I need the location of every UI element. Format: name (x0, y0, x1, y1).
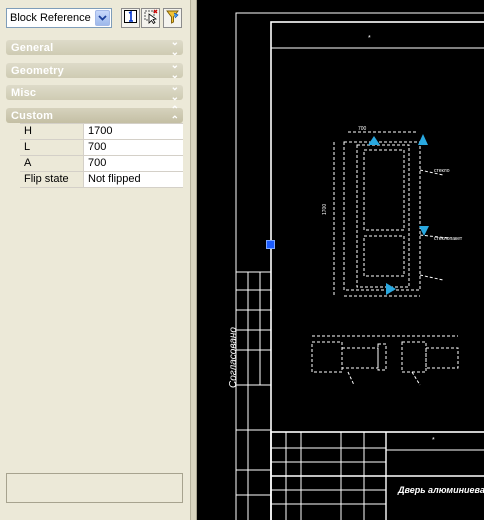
category-gutter (6, 123, 20, 187)
title-block (270, 431, 484, 520)
description-panel (6, 473, 183, 503)
double-chevron-down-icon[interactable]: ⌄ ⌄ (171, 60, 179, 81)
property-value-field[interactable]: Not flipped (84, 172, 183, 187)
svg-text:700: 700 (358, 126, 367, 132)
quick-select-button[interactable] (163, 8, 182, 28)
category-custom[interactable]: Custom ⌃ ⌃ (6, 105, 183, 125)
property-row-h[interactable]: H 1700 (20, 124, 183, 140)
svg-text:стекло: стекло (434, 168, 450, 174)
object-type-dropdown[interactable]: Block Reference (6, 8, 112, 28)
palette-edge-bar[interactable] (190, 0, 196, 520)
stretch-grip-arrow-up (418, 134, 428, 145)
top-label-box (270, 21, 484, 49)
category-general-label: General (11, 41, 54, 54)
flip-grip-arrow (386, 283, 396, 295)
double-chevron-down-icon[interactable]: ⌄ ⌄ (171, 82, 179, 103)
property-name: Flip state (20, 172, 84, 187)
block-insertion-grip[interactable] (266, 240, 275, 249)
double-chevron-down-icon[interactable]: ⌄ ⌄ (171, 37, 179, 58)
category-custom-label: Custom (11, 109, 54, 122)
object-type-value: Block Reference (10, 12, 91, 24)
property-value-field[interactable]: 1700 (84, 124, 183, 139)
pickadd-toggle-button[interactable] (121, 8, 140, 28)
property-row-l[interactable]: L 700 (20, 140, 183, 156)
category-geometry-label: Geometry (11, 64, 64, 77)
category-general[interactable]: General ⌄ ⌄ (6, 37, 183, 58)
drawing-sheet: 700 1700 стекло стеклопакет * * (235, 12, 484, 520)
sheet-outer-frame (235, 12, 484, 520)
select-objects-icon (143, 9, 158, 27)
svg-text:1700: 1700 (322, 204, 328, 215)
select-objects-button[interactable] (141, 8, 160, 28)
door-section-views (311, 335, 459, 386)
palette-toolbar: Block Reference (0, 0, 197, 38)
property-row-flip-state[interactable]: Flip state Not flipped (20, 172, 183, 188)
property-name: A (20, 156, 84, 171)
title-block-drawing-name: Дверь алюминиевая (398, 485, 484, 495)
category-misc[interactable]: Misc ⌄ ⌄ (6, 82, 183, 103)
pickadd-toggle-icon (123, 9, 138, 27)
door-dimension-text: 700 1700 стекло стеклопакет (322, 126, 463, 242)
side-stamp-block (235, 271, 272, 520)
properties-palette: Block Reference General ⌄⌄ Geometry ⌄⌄ (0, 0, 197, 520)
door-block-elevation (333, 131, 449, 297)
quick-select-icon (165, 9, 180, 27)
svg-text:стеклопакет: стеклопакет (434, 236, 463, 242)
category-misc-label: Misc (11, 86, 37, 99)
sheet-inner-frame (270, 21, 484, 520)
stretch-grip-arrow-up (368, 136, 380, 145)
drawing-canvas[interactable]: 700 1700 стекло стеклопакет * * Дверь ал… (198, 0, 484, 520)
property-value-field[interactable]: 700 (84, 156, 183, 171)
top-box-mark: * (368, 35, 371, 42)
side-stamp-label: Согласовано (228, 327, 239, 388)
custom-properties-grid: H 1700 L 700 A 700 Flip state Not flippe… (20, 123, 183, 188)
category-geometry[interactable]: Geometry ⌄ ⌄ (6, 60, 183, 81)
property-name: L (20, 140, 84, 155)
chevron-down-icon[interactable] (95, 10, 110, 26)
title-block-mark: * (432, 437, 435, 444)
property-row-a[interactable]: A 700 (20, 156, 183, 172)
property-value-field[interactable]: 700 (84, 140, 183, 155)
property-name: H (20, 124, 84, 139)
